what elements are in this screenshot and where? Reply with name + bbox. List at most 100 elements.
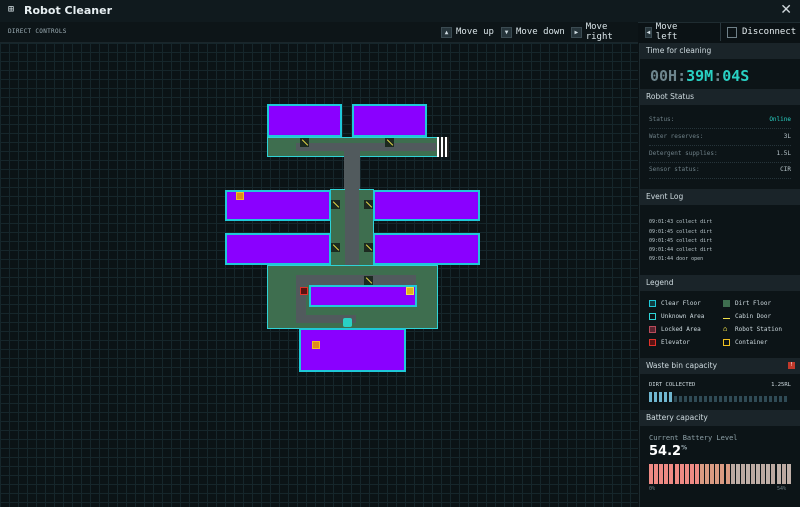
- corridor: [296, 275, 416, 285]
- battery-bar: [710, 464, 715, 484]
- water-row: Water reserves: 3L: [649, 133, 791, 146]
- battery-scale-min: 0%: [649, 486, 656, 492]
- legend-item: Cabin Door: [723, 313, 771, 320]
- detergent-label: Detergent supplies:: [649, 150, 718, 157]
- legend-label: Clear Floor: [661, 300, 701, 307]
- close-icon[interactable]: ✕: [780, 2, 792, 18]
- cabin-door-swatch: [723, 317, 730, 319]
- legend-label: Container: [735, 339, 768, 346]
- dirt-floor-swatch: [723, 300, 730, 307]
- battery-bar: [694, 464, 699, 484]
- waste-tick: [734, 396, 737, 402]
- battery-bar: [786, 464, 791, 484]
- battery-gauge: [649, 464, 791, 484]
- water-label: Water reserves:: [649, 133, 704, 140]
- move-left-button[interactable]: ◀ Move left: [645, 22, 682, 42]
- event-item: 09:01:44 collect dirt: [649, 247, 713, 253]
- robot-icon[interactable]: [343, 318, 352, 327]
- legend-label: Elevator: [661, 339, 690, 346]
- room[interactable]: [267, 104, 342, 137]
- warning-icon: !: [788, 362, 795, 369]
- status-value: Online: [769, 116, 791, 123]
- battery-unit: %: [681, 444, 688, 452]
- waste-tick: [739, 396, 742, 402]
- dirt-collected-value: 1.25RL: [771, 382, 791, 388]
- elevator-swatch: [649, 339, 656, 346]
- timer-minutes: 39M: [686, 67, 714, 85]
- waste-tick: [649, 392, 652, 402]
- sensor-value: CIR: [780, 166, 791, 173]
- container-icon: [406, 287, 414, 295]
- cabin-door-icon: [300, 138, 309, 147]
- status-header: Robot Status: [640, 89, 800, 105]
- waste-gauge: [649, 392, 791, 402]
- waste-tick: [714, 396, 717, 402]
- event-item: 09:01:45 collect dirt: [649, 229, 713, 235]
- room[interactable]: [225, 233, 331, 265]
- timer-hours: 00H: [650, 67, 678, 85]
- legend-item: Container: [723, 339, 768, 346]
- move-up-button[interactable]: ▲ Move up: [441, 25, 494, 39]
- move-down-label: Move down: [516, 27, 565, 37]
- detergent-row: Detergent supplies: 1.5L: [649, 150, 791, 163]
- toolbar: DIRECT CONTROLS ▲ Move up ▼ Move down ▶ …: [0, 22, 677, 43]
- room[interactable]: [299, 328, 406, 372]
- sensor-label: Sensor status:: [649, 166, 700, 173]
- battery-bar: [781, 464, 786, 484]
- time-header: Time for cleaning: [640, 43, 800, 59]
- grid-icon: ⊞: [8, 4, 15, 15]
- move-left-label: Move left: [655, 22, 678, 42]
- floor-map[interactable]: [0, 43, 638, 507]
- move-right-button[interactable]: ▶ Move right: [571, 22, 638, 42]
- waste-tick: [684, 396, 687, 402]
- arrow-down-icon: ▼: [501, 26, 512, 38]
- dirt-collected-label: DIRT COLLECTED: [649, 382, 696, 388]
- waste-tick: [669, 392, 672, 402]
- water-value: 3L: [783, 133, 791, 140]
- room[interactable]: [352, 104, 427, 137]
- waste-tick: [724, 396, 727, 402]
- room[interactable]: [373, 233, 480, 265]
- waste-tick: [719, 396, 722, 402]
- waste-tick: [784, 396, 787, 402]
- battery-bar: [700, 464, 704, 484]
- battery-bar: [745, 464, 750, 484]
- event-item: 09:01:43 collect dirt: [649, 219, 713, 225]
- waste-tick: [769, 396, 772, 402]
- arrow-left-icon: ◀: [645, 26, 652, 38]
- event-item: 09:01:44 door open: [649, 256, 704, 262]
- waste-tick: [709, 396, 712, 402]
- legend-item: Dirt Floor: [723, 300, 771, 307]
- battery-scale-max: 54%: [777, 486, 787, 492]
- corridor: [345, 189, 359, 269]
- cabin-door-icon: [364, 200, 373, 209]
- move-right-label: Move right: [585, 22, 613, 42]
- battery-bar: [689, 464, 694, 484]
- waste-tick: [699, 396, 702, 402]
- move-down-button[interactable]: ▼ Move down: [501, 25, 565, 39]
- legend-label: Dirt Floor: [735, 300, 772, 307]
- cabin-door-icon: [364, 276, 373, 285]
- waste-tick: [729, 396, 732, 402]
- room[interactable]: [309, 285, 417, 307]
- cabin-door-icon: [331, 243, 340, 252]
- room[interactable]: [373, 190, 480, 221]
- timer-separator: :: [713, 67, 723, 85]
- battery-bar: [730, 464, 735, 484]
- battery-bar: [771, 464, 776, 484]
- clear-floor-swatch: [649, 300, 656, 307]
- dirt-collected-row: DIRT COLLECTED 1.25RL: [649, 382, 791, 388]
- cabin-door-icon: [364, 243, 373, 252]
- disconnect-label: Disconnect: [742, 27, 797, 37]
- status-row: Status: Online: [649, 116, 791, 129]
- battery-label: Current Battery Level: [649, 434, 738, 442]
- battery-bar: [674, 464, 679, 484]
- title-bar: ⊞ Robot Cleaner ✕: [0, 0, 800, 23]
- battery-bar: [761, 464, 766, 484]
- unknown-area-swatch: [649, 313, 656, 320]
- waste-tick: [689, 396, 692, 402]
- disconnect-button[interactable]: Disconnect: [720, 23, 796, 41]
- battery-bar: [720, 464, 725, 484]
- cabin-door-icon: [331, 200, 340, 209]
- move-up-label: Move up: [456, 27, 494, 37]
